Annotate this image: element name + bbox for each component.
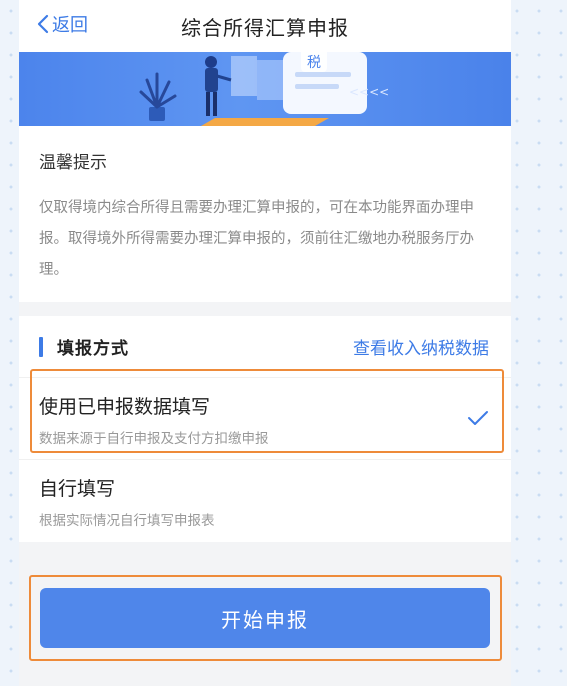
chevron-left-icon xyxy=(37,14,49,34)
svg-text:税: 税 xyxy=(307,55,321,71)
option-self-fill[interactable]: 自行填写 根据实际情况自行填写申报表 xyxy=(19,460,511,542)
nav-bar: 返回 综合所得汇算申报 xyxy=(19,0,511,52)
option-subtitle: 根据实际情况自行填写申报表 xyxy=(39,513,215,529)
option-title: 自行填写 xyxy=(39,478,116,500)
section-title: 填报方式 xyxy=(57,339,129,359)
phone-screen: 返回 综合所得汇算申报 税 <<<< 温馨提示 仅取得境内综合所得且需要办理汇算… xyxy=(19,0,511,686)
back-label: 返回 xyxy=(52,15,88,36)
tips-card: 温馨提示 仅取得境内综合所得且需要办理汇算申报的，可在本功能界面办理申报。取得境… xyxy=(19,126,511,302)
view-income-data-link[interactable]: 查看收入纳税数据 xyxy=(353,334,489,359)
option-use-declared-data[interactable]: 使用已申报数据填写 数据来源于自行申报及支付方扣缴申报 xyxy=(19,378,511,460)
tax-badge-icon: 税 xyxy=(301,52,327,72)
start-declaration-button[interactable]: 开始申报 xyxy=(40,588,490,648)
banner: 税 <<<< xyxy=(19,52,511,126)
arrows-text: <<<< xyxy=(349,85,389,99)
back-button[interactable]: 返回 xyxy=(37,11,88,37)
checkmark-icon xyxy=(468,411,488,425)
option-subtitle: 数据来源于自行申报及支付方扣缴申报 xyxy=(39,431,269,447)
page-title: 综合所得汇算申报 xyxy=(181,15,349,40)
section-header: 填报方式 查看收入纳税数据 xyxy=(19,316,511,378)
tips-body: 仅取得境内综合所得且需要办理汇算申报的，可在本功能界面办理申报。取得境外所得需要… xyxy=(39,200,474,278)
person-icon xyxy=(205,56,232,116)
base-shape xyxy=(201,118,329,126)
tips-title: 温馨提示 xyxy=(39,153,107,173)
fill-method-section: 填报方式 查看收入纳税数据 使用已申报数据填写 数据来源于自行申报及支付方扣缴申… xyxy=(19,316,511,542)
option-title: 使用已申报数据填写 xyxy=(39,396,211,418)
plant-icon xyxy=(139,72,177,121)
section-accent-bar xyxy=(39,336,43,357)
banner-illustration: 税 <<<< xyxy=(139,52,389,126)
